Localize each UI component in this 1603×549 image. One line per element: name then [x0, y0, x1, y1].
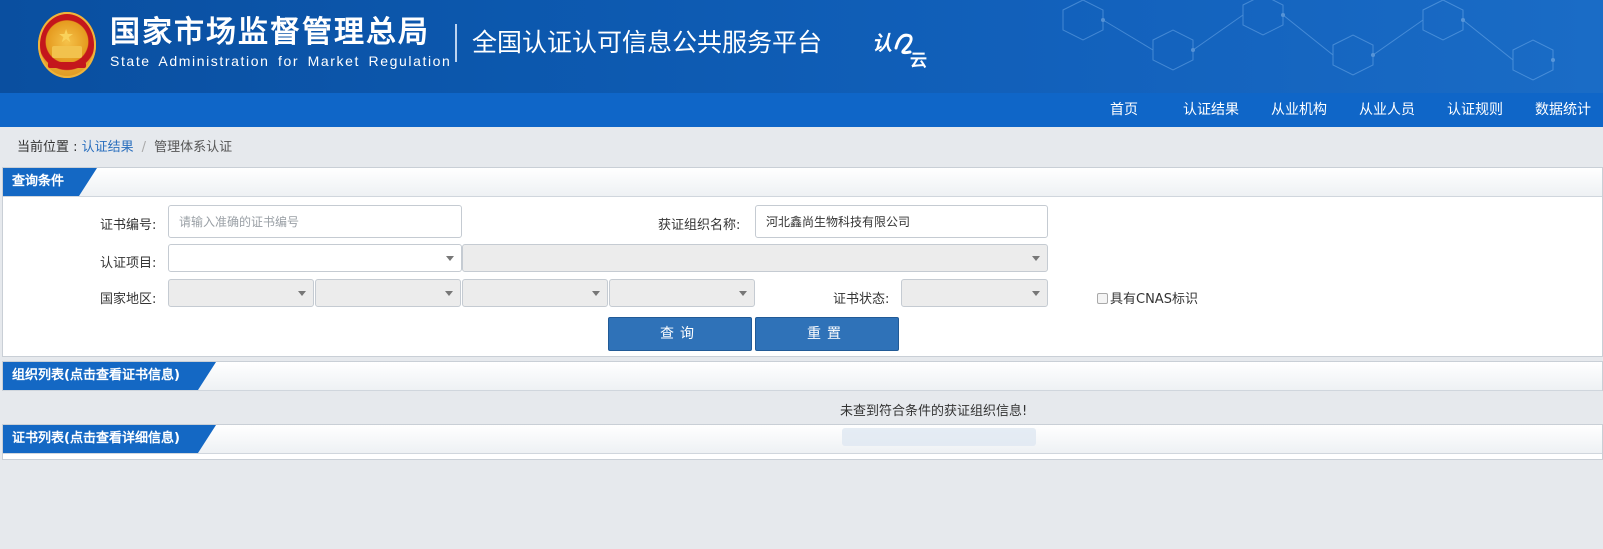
- main-nav: 首页 认证结果 从业机构 从业人员 认证规则 数据统计: [0, 93, 1603, 127]
- breadcrumb: 当前位置 : 认证结果 / 管理体系认证: [17, 136, 232, 155]
- nav-item-cert-rules[interactable]: 认证规则: [1447, 93, 1503, 127]
- nav-item-institutions[interactable]: 从业机构: [1271, 93, 1327, 127]
- national-emblem-icon: ★: [38, 12, 96, 78]
- star-icon: ★: [58, 26, 75, 47]
- district-select[interactable]: [609, 279, 755, 307]
- chevron-down-icon: [446, 256, 454, 261]
- cert-status-select[interactable]: [901, 279, 1048, 307]
- city-select[interactable]: [462, 279, 608, 307]
- org-list-panel-header: 组织列表(点击查看证书信息): [3, 362, 1602, 391]
- org-list-panel-title: 组织列表(点击查看证书信息): [3, 362, 216, 390]
- cnas-checkbox-label: 具有CNAS标识: [1110, 292, 1198, 307]
- cert-no-input[interactable]: [168, 205, 462, 238]
- province-select[interactable]: [315, 279, 461, 307]
- emblem-ribbon-shape: [48, 62, 86, 68]
- reset-button[interactable]: 重置: [755, 317, 899, 351]
- site-header: ★ 国家市场监督管理总局 State Administration for Ma…: [0, 0, 1603, 93]
- query-panel-title: 查询条件: [3, 168, 97, 196]
- nav-item-cert-results[interactable]: 认证结果: [1183, 93, 1239, 127]
- org-list-panel: 组织列表(点击查看证书信息): [2, 361, 1603, 391]
- svg-text:云: 云: [910, 51, 927, 70]
- cnas-checkbox[interactable]: [1097, 293, 1108, 304]
- breadcrumb-link-cert-results[interactable]: 认证结果: [82, 140, 134, 155]
- search-button[interactable]: 查询: [608, 317, 752, 351]
- cert-project-select[interactable]: [168, 244, 462, 272]
- agency-name-english: State Administration for Market Regulati…: [110, 53, 452, 69]
- country-select[interactable]: [168, 279, 314, 307]
- org-name-label: 获证组织名称:: [658, 218, 741, 233]
- cert-list-panel-title: 证书列表(点击查看详细信息): [3, 425, 216, 453]
- nav-item-home[interactable]: 首页: [1110, 93, 1138, 127]
- cert-no-label: 证书编号:: [100, 218, 157, 233]
- nav-item-personnel[interactable]: 从业人员: [1359, 93, 1415, 127]
- chevron-down-icon: [298, 291, 306, 296]
- cert-list-panel: 证书列表(点击查看详细信息): [2, 424, 1603, 460]
- loading-placeholder: [842, 428, 1036, 446]
- cnas-option[interactable]: 具有CNAS标识: [1097, 288, 1198, 307]
- chevron-down-icon: [445, 291, 453, 296]
- tiananmen-gate-shape: [52, 46, 82, 58]
- cert-list-panel-header: 证书列表(点击查看详细信息): [3, 425, 1602, 454]
- svg-text:认: 认: [872, 31, 892, 55]
- cert-project-sub-select[interactable]: [462, 244, 1048, 272]
- hexagon-pattern-decoration: [1062, 0, 1555, 81]
- agency-name-chinese: 国家市场监督管理总局: [110, 15, 430, 50]
- chevron-down-icon: [1032, 291, 1040, 296]
- breadcrumb-separator: /: [141, 140, 147, 155]
- country-region-label: 国家地区:: [100, 292, 157, 307]
- org-list-empty-message: 未查到符合条件的获证组织信息!: [840, 404, 1028, 419]
- query-panel-header: 查询条件: [3, 168, 1602, 197]
- breadcrumb-prefix: 当前位置 :: [17, 140, 82, 155]
- chevron-down-icon: [1032, 256, 1040, 261]
- chevron-down-icon: [739, 291, 747, 296]
- org-name-input[interactable]: [755, 205, 1048, 238]
- breadcrumb-current: 管理体系认证: [154, 140, 233, 155]
- chevron-down-icon: [592, 291, 600, 296]
- cert-status-label: 证书状态:: [833, 292, 890, 307]
- nav-item-statistics[interactable]: 数据统计: [1535, 93, 1591, 127]
- platform-title: 全国认证认可信息公共服务平台: [472, 28, 823, 57]
- cert-project-label: 认证项目:: [100, 256, 157, 271]
- header-divider: [455, 24, 457, 62]
- renzheng-cloud-logo-icon: 认 云: [872, 31, 927, 70]
